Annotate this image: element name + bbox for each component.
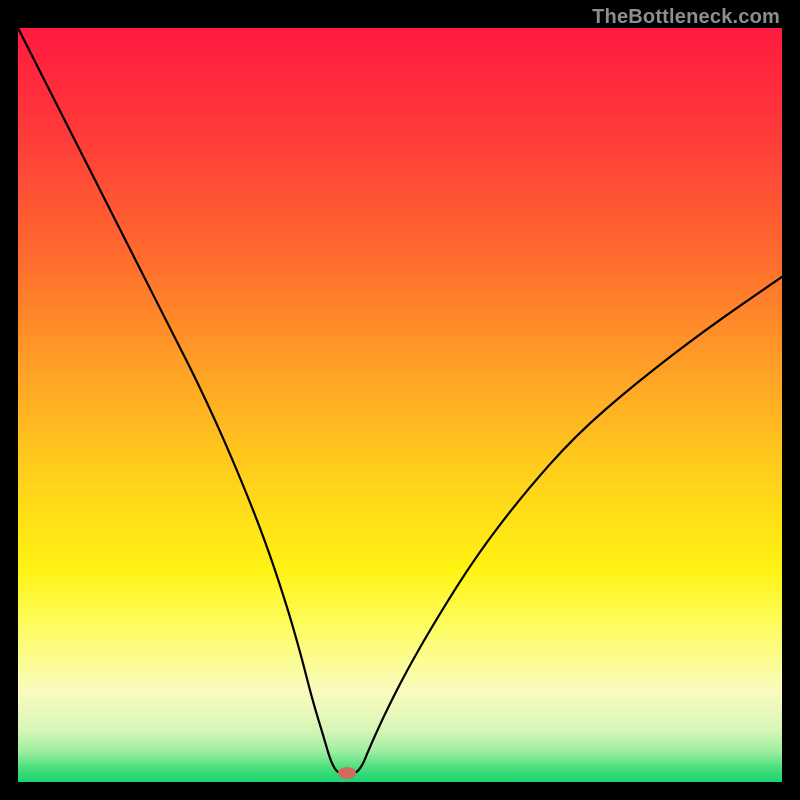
- optimal-point-marker: [338, 767, 356, 779]
- watermark: TheBottleneck.com: [592, 6, 780, 29]
- plot-area: [18, 28, 782, 782]
- chart-stage: TheBottleneck.com: [0, 0, 800, 800]
- bottleneck-curve: [18, 28, 782, 782]
